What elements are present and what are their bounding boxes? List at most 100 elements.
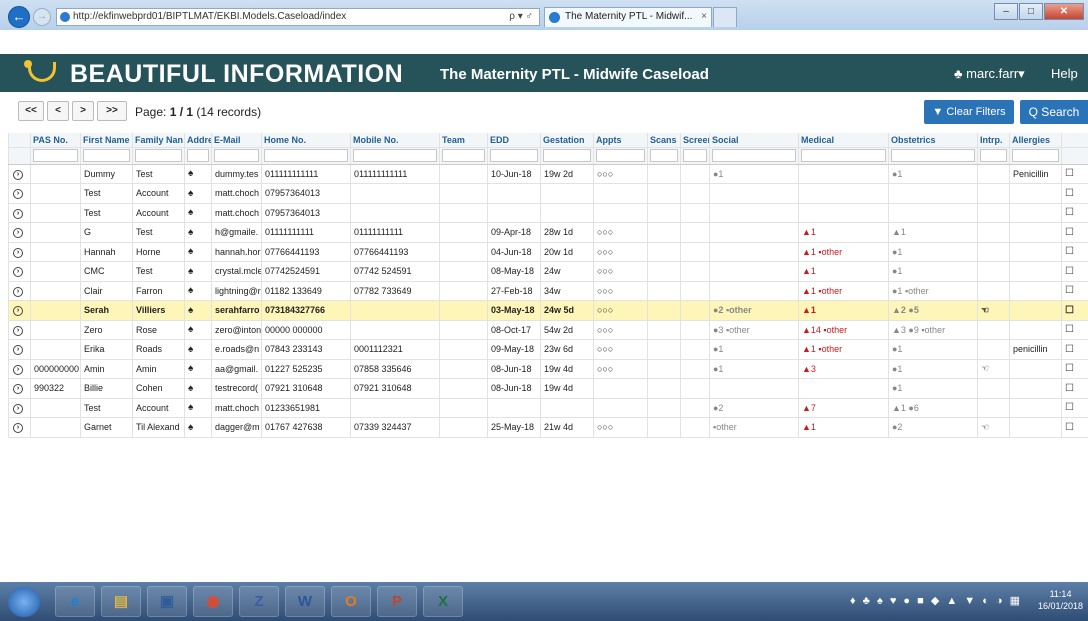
expand-icon[interactable]: › [13,306,23,317]
social-cell[interactable] [709,378,799,399]
address-cell[interactable]: ♠ [184,183,212,204]
home-icon[interactable]: ♠ [188,324,193,335]
column-header[interactable]: Intrp. [977,133,1010,147]
obstetrics-cell[interactable]: ●1 [888,339,978,360]
comment-cell[interactable]: ☐ [1061,163,1088,184]
column-header[interactable]: Family Nan [132,133,185,147]
column-header[interactable]: E-Mail [211,133,262,147]
address-cell[interactable]: ♠ [184,358,212,379]
column-header[interactable]: Appts [593,133,648,147]
appts-cell[interactable]: ○○○ [593,280,648,301]
medical-cell[interactable] [798,202,889,223]
expand-icon[interactable]: › [13,208,23,219]
home-icon[interactable]: ♠ [188,168,193,179]
expand-cell[interactable]: › [8,241,31,262]
filter-input[interactable] [891,149,975,162]
comment-icon[interactable]: ☐ [1065,188,1074,199]
taskbar-app[interactable]: ▣ [147,586,187,617]
back-button[interactable]: ← [8,6,30,28]
table-row[interactable]: › Hannah Horne ♠ hannah.hor 07766441193 077664… [8,241,1088,262]
comment-icon[interactable]: ☐ [1065,285,1074,296]
table-row[interactable]: › CMC Test ♠ crystal.mcle 07742524591 07742 52… [8,261,1088,282]
filter-input[interactable] [187,149,209,162]
social-cell[interactable]: ●1 [709,339,799,360]
comment-cell[interactable]: ☐ [1061,202,1088,223]
column-header[interactable]: Gestation [540,133,594,147]
taskbar-app[interactable]: X [423,586,463,617]
filter-input[interactable] [135,149,182,162]
taskbar-app[interactable]: ◉ [193,586,233,617]
address-cell[interactable]: ♠ [184,417,212,438]
comment-icon[interactable]: ☐ [1065,227,1074,238]
address-bar[interactable]: http://ekfinwebprd01/BIPTLMAT/EKBI.Model… [56,8,540,26]
prev-page-button[interactable]: < [47,101,69,121]
medical-cell[interactable]: ▲7 [798,397,889,418]
expand-icon[interactable]: › [13,286,23,297]
filter-input[interactable] [596,149,645,162]
filter-input[interactable] [83,149,130,162]
table-row[interactable]: › 000000000 Amin Amin ♠ aa@gmail. 01227 525235… [8,358,1088,379]
medical-cell[interactable]: ▲1 ▪other [798,339,889,360]
medical-cell[interactable]: ▲3 [798,358,889,379]
social-cell[interactable] [709,202,799,223]
maximize-button[interactable]: □ [1019,3,1043,20]
table-row[interactable]: › Test Account ♠ matt.choch 07957364013 ☐ [8,183,1088,204]
home-icon[interactable]: ♠ [188,383,193,394]
first-page-button[interactable]: << [18,101,44,121]
obstetrics-cell[interactable]: ▲1 ●6 [888,397,978,418]
taskbar-app[interactable]: W [285,586,325,617]
appts-cell[interactable]: ○○○ [593,241,648,262]
appts-cell[interactable]: ○○○ [593,261,648,282]
comment-icon[interactable]: ☐ [1065,383,1074,394]
appts-cell[interactable] [593,397,648,418]
address-cell[interactable]: ♠ [184,397,212,418]
obstetrics-cell[interactable]: ●1 [888,163,978,184]
table-row[interactable]: › 990322 Billie Cohen ♠ testrecord(07921 3106… [8,378,1088,399]
expand-cell[interactable]: › [8,417,31,438]
medical-cell[interactable]: ▲1 [798,417,889,438]
social-cell[interactable]: ●2 [709,397,799,418]
expand-cell[interactable]: › [8,261,31,282]
expand-cell[interactable]: › [8,397,31,418]
comment-cell[interactable]: ☐ [1061,261,1088,282]
comment-cell[interactable]: ☐ [1061,417,1088,438]
social-cell[interactable] [709,261,799,282]
column-header[interactable]: Addres [184,133,212,147]
column-header[interactable]: Allergies [1009,133,1062,147]
social-cell[interactable]: ●3 ▪other [709,319,799,340]
appts-cell[interactable] [593,378,648,399]
address-cell[interactable]: ♠ [184,163,212,184]
expand-icon[interactable]: › [13,169,23,180]
column-header[interactable]: Social [709,133,799,147]
address-cell[interactable]: ♠ [184,319,212,340]
taskbar-app[interactable]: e [55,586,95,617]
obstetrics-cell[interactable]: ●1 [888,378,978,399]
tab-close-icon[interactable]: × [701,8,707,26]
filter-input[interactable] [490,149,538,162]
expand-cell[interactable]: › [8,222,31,243]
appts-cell[interactable]: ○○○ [593,417,648,438]
column-header[interactable]: EDD [487,133,541,147]
browser-tab[interactable]: The Maternity PTL - Midwif... × [544,7,712,27]
column-header[interactable]: Screen [680,133,710,147]
filter-input[interactable] [442,149,485,162]
column-header[interactable] [1061,133,1088,147]
comment-cell[interactable]: ☐ [1061,183,1088,204]
comment-icon[interactable]: ☐ [1065,344,1074,355]
obstetrics-cell[interactable]: ▲2 ●5 [888,300,978,321]
expand-icon[interactable]: › [13,267,23,278]
expand-cell[interactable]: › [8,358,31,379]
start-button[interactable] [8,587,40,617]
obstetrics-cell[interactable]: ●2 [888,417,978,438]
comment-icon[interactable]: ☐ [1065,266,1074,277]
column-header[interactable]: PAS No. [30,133,81,147]
home-icon[interactable]: ♠ [188,422,193,433]
clear-filters-button[interactable]: ▼ Clear Filters [924,100,1014,124]
expand-cell[interactable]: › [8,183,31,204]
comment-cell[interactable]: ☐ [1061,397,1088,418]
address-cell[interactable]: ♠ [184,261,212,282]
comment-icon[interactable]: ☐ [1065,168,1074,179]
expand-icon[interactable]: › [13,384,23,395]
comment-cell[interactable]: ☐ [1061,300,1088,321]
social-cell[interactable]: ●1 [709,163,799,184]
